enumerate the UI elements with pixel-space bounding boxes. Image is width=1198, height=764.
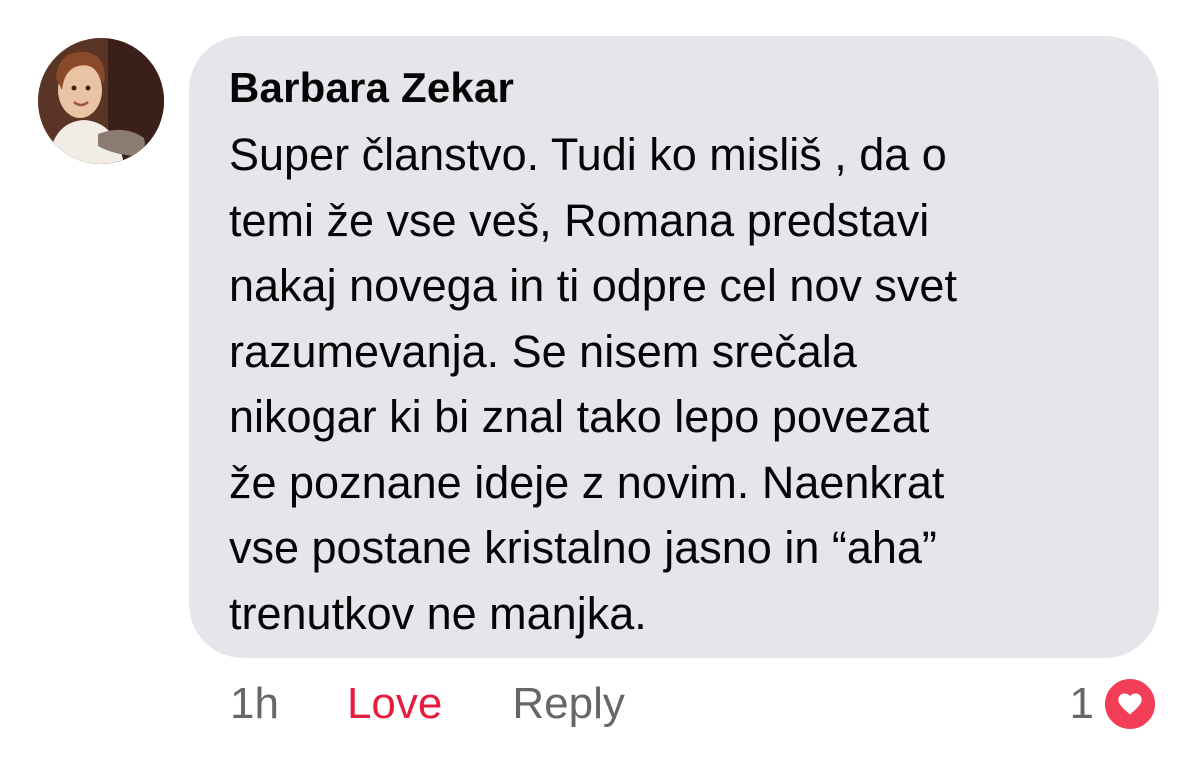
comment-author-name[interactable]: Barbara Zekar	[229, 62, 1119, 114]
avatar[interactable]	[38, 38, 164, 164]
comment-text: Super članstvo. Tudi ko misliš , da o te…	[229, 129, 957, 639]
reply-button[interactable]: Reply	[512, 679, 625, 729]
comment-bubble: Barbara Zekar Super članstvo. Tudi ko mi…	[189, 36, 1159, 658]
love-reaction-button[interactable]: Love	[347, 679, 442, 729]
reaction-count: 1	[1069, 679, 1094, 728]
comment-actions: 1h Love Reply	[230, 676, 625, 732]
heart-icon	[1102, 676, 1158, 732]
reaction-summary[interactable]: 1	[1070, 676, 1158, 732]
comment-timestamp[interactable]: 1h	[230, 679, 279, 729]
profile-photo	[38, 38, 164, 164]
